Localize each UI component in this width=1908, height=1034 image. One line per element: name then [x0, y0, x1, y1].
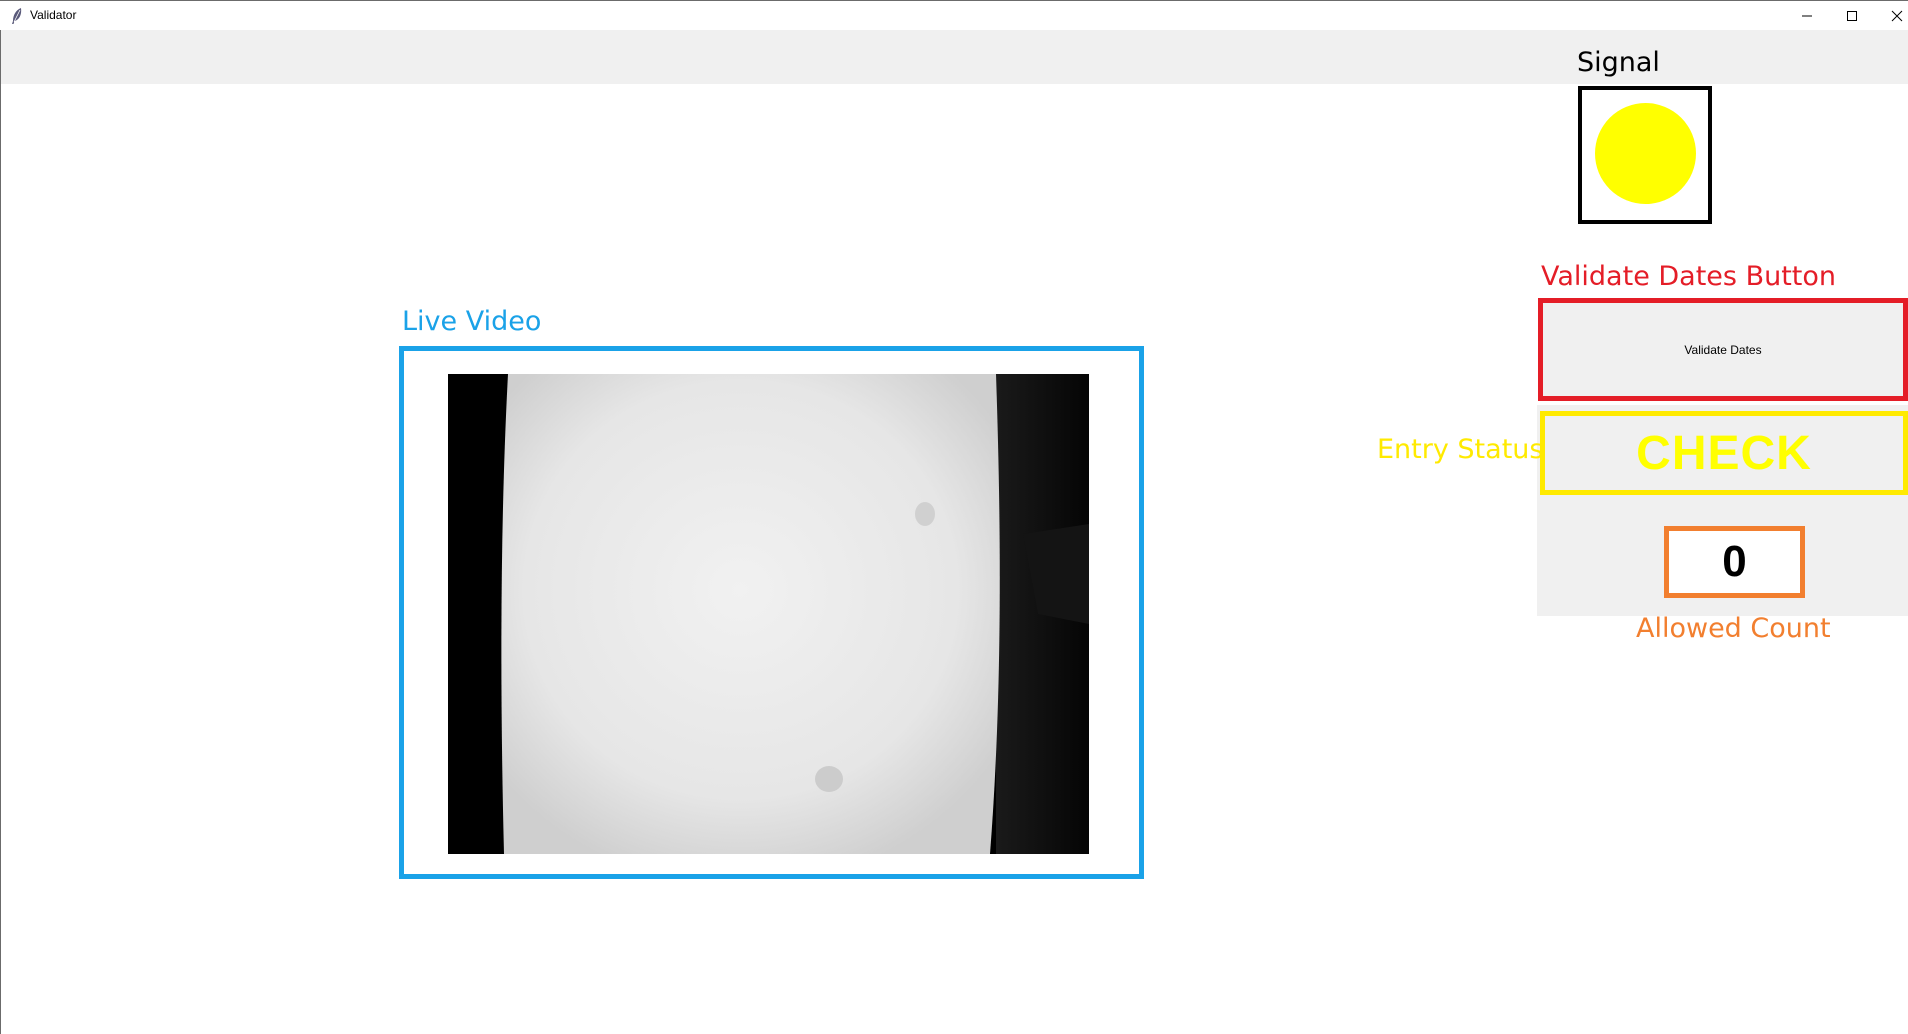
validator-window: Validator Signal Validate Dates Button V…: [0, 0, 1908, 1034]
entry-status-box: CHECK: [1540, 411, 1908, 495]
live-video-frame: [399, 346, 1144, 879]
signal-indicator: [1578, 86, 1712, 224]
close-icon: [1891, 10, 1903, 22]
signal-label: Signal: [1577, 47, 1660, 78]
allowed-count-value: 0: [1722, 537, 1747, 586]
window-title: Validator: [30, 8, 77, 22]
title-bar[interactable]: Validator: [0, 0, 1908, 30]
maximize-button[interactable]: [1829, 1, 1875, 31]
signal-light: [1595, 103, 1696, 204]
maximize-icon: [1846, 10, 1858, 22]
validate-dates-label: Validate Dates Button: [1541, 261, 1837, 292]
minimize-button[interactable]: [1784, 1, 1830, 31]
feather-icon: [10, 7, 24, 25]
entry-status-label: Entry Status: [1377, 434, 1544, 465]
live-video-label: Live Video: [402, 306, 542, 337]
entry-status-value: CHECK: [1636, 426, 1812, 480]
validate-dates-button[interactable]: Validate Dates: [1538, 298, 1908, 401]
allowed-count-label: Allowed Count: [1636, 613, 1831, 644]
close-button[interactable]: [1874, 1, 1908, 31]
validate-dates-button-text: Validate Dates: [1684, 342, 1762, 357]
allowed-count-box: 0: [1664, 526, 1805, 598]
window-border: [0, 0, 1, 1034]
minimize-icon: [1801, 10, 1813, 22]
live-video-feed: [448, 374, 1089, 854]
